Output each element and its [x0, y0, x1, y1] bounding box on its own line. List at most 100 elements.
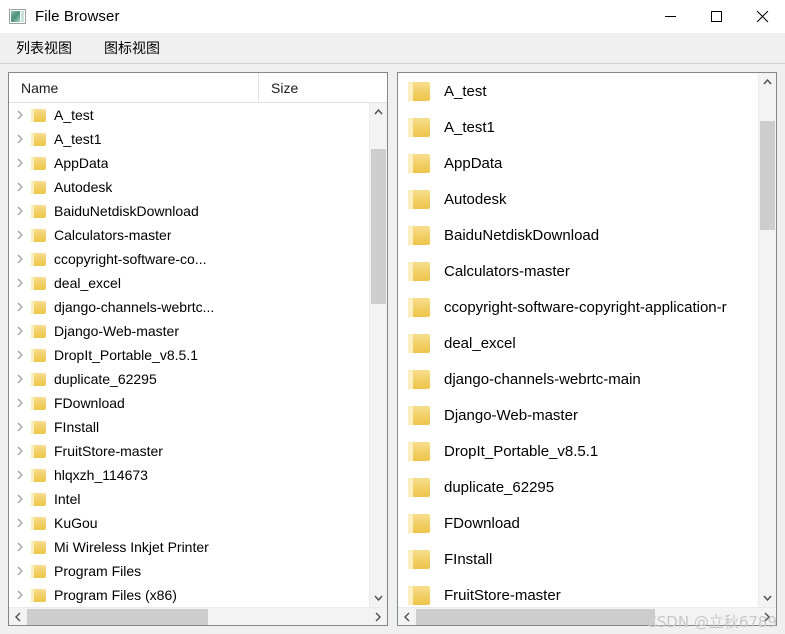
column-header-size[interactable]: Size [259, 73, 387, 103]
close-button[interactable] [739, 0, 785, 33]
expand-chevron-icon[interactable] [9, 374, 31, 384]
scroll-right-button[interactable] [369, 612, 387, 622]
expand-chevron-icon[interactable] [9, 302, 31, 312]
table-row[interactable]: Mi Wireless Inkjet Printer [9, 535, 369, 559]
list-item[interactable]: Django-Web-master [398, 397, 758, 433]
scroll-thumb[interactable] [760, 120, 775, 231]
list-view-horizontal-scrollbar[interactable] [9, 607, 387, 625]
expand-chevron-icon[interactable] [9, 110, 31, 120]
scroll-down-button[interactable] [370, 589, 387, 607]
expand-chevron-icon[interactable] [9, 518, 31, 528]
table-row[interactable]: deal_excel [9, 271, 369, 295]
folder-icon [408, 189, 430, 209]
chevron-right-icon [764, 612, 770, 621]
table-row[interactable]: Program Files (x86) [9, 583, 369, 607]
table-row[interactable]: AppData [9, 151, 369, 175]
table-row[interactable]: A_test1 [9, 127, 369, 151]
folder-icon [31, 372, 46, 386]
icon-view-vertical-scrollbar[interactable] [758, 73, 776, 607]
expand-chevron-icon[interactable] [9, 182, 31, 192]
folder-icon [31, 564, 46, 578]
table-row[interactable]: duplicate_62295 [9, 367, 369, 391]
scroll-thumb[interactable] [371, 149, 386, 304]
list-item[interactable]: A_test [398, 73, 758, 109]
folder-icon [408, 477, 430, 497]
expand-chevron-icon[interactable] [9, 398, 31, 408]
minimize-button[interactable] [647, 0, 693, 33]
list-item[interactable]: deal_excel [398, 325, 758, 361]
scroll-thumb[interactable] [27, 608, 209, 625]
folder-icon [31, 492, 46, 506]
expand-chevron-icon[interactable] [9, 446, 31, 456]
maximize-icon [710, 11, 722, 22]
table-row[interactable]: KuGou [9, 511, 369, 535]
expand-chevron-icon[interactable] [9, 470, 31, 480]
expand-chevron-icon[interactable] [9, 278, 31, 288]
list-item[interactable]: duplicate_62295 [398, 469, 758, 505]
scroll-track[interactable] [759, 91, 776, 589]
file-name-label: FruitStore-master [444, 586, 561, 604]
file-name-label: django-channels-webrtc-main [444, 370, 641, 388]
list-item[interactable]: FDownload [398, 505, 758, 541]
expand-chevron-icon[interactable] [9, 254, 31, 264]
file-name-label: Django-Web-master [54, 323, 180, 339]
table-row[interactable]: FInstall [9, 415, 369, 439]
scroll-left-button[interactable] [9, 612, 27, 622]
table-row[interactable]: FDownload [9, 391, 369, 415]
list-item[interactable]: DropIt_Portable_v8.5.1 [398, 433, 758, 469]
scroll-up-button[interactable] [759, 73, 776, 91]
list-item[interactable]: FInstall [398, 541, 758, 577]
list-item[interactable]: django-channels-webrtc-main [398, 361, 758, 397]
expand-chevron-icon[interactable] [9, 326, 31, 336]
table-row[interactable]: FruitStore-master [9, 439, 369, 463]
scroll-track[interactable] [370, 121, 387, 589]
file-name-label: Autodesk [54, 179, 113, 195]
table-row[interactable]: django-channels-webrtc... [9, 295, 369, 319]
table-row[interactable]: Calculators-master [9, 223, 369, 247]
folder-icon [31, 444, 46, 458]
scroll-right-button[interactable] [758, 612, 776, 622]
table-row[interactable]: hlqxzh_114673 [9, 463, 369, 487]
expand-chevron-icon[interactable] [9, 158, 31, 168]
file-name-label: deal_excel [54, 275, 121, 291]
list-item[interactable]: BaiduNetdiskDownload [398, 217, 758, 253]
expand-chevron-icon[interactable] [9, 422, 31, 432]
list-item[interactable]: Autodesk [398, 181, 758, 217]
icon-view-body: A_test A_test1 AppData Autodesk BaiduNetdisk… [398, 73, 776, 607]
scroll-down-button[interactable] [759, 589, 776, 607]
scroll-up-button[interactable] [370, 103, 387, 121]
table-row[interactable]: Autodesk [9, 175, 369, 199]
maximize-button[interactable] [693, 0, 739, 33]
list-view-vertical-scrollbar[interactable] [369, 103, 387, 607]
table-row[interactable]: Django-Web-master [9, 319, 369, 343]
scroll-thumb[interactable] [416, 608, 656, 625]
list-item[interactable]: AppData [398, 145, 758, 181]
list-item[interactable]: Calculators-master [398, 253, 758, 289]
file-name-label: FInstall [54, 419, 100, 435]
expand-chevron-icon[interactable] [9, 566, 31, 576]
expand-chevron-icon[interactable] [9, 206, 31, 216]
file-name-label: DropIt_Portable_v8.5.1 [54, 347, 198, 363]
table-row[interactable]: DropIt_Portable_v8.5.1 [9, 343, 369, 367]
table-row[interactable]: BaiduNetdiskDownload [9, 199, 369, 223]
list-item[interactable]: ccopyright-software-copyright-applicatio… [398, 289, 758, 325]
tab-list-view[interactable]: 列表视图 [6, 33, 82, 63]
column-header-name[interactable]: Name [9, 73, 259, 103]
list-item[interactable]: A_test1 [398, 109, 758, 145]
table-row[interactable]: Program Files [9, 559, 369, 583]
scroll-track[interactable] [27, 608, 369, 626]
expand-chevron-icon[interactable] [9, 590, 31, 600]
expand-chevron-icon[interactable] [9, 350, 31, 360]
expand-chevron-icon[interactable] [9, 494, 31, 504]
expand-chevron-icon[interactable] [9, 230, 31, 240]
table-row[interactable]: ccopyright-software-co... [9, 247, 369, 271]
table-row[interactable]: A_test [9, 103, 369, 127]
list-item[interactable]: FruitStore-master [398, 577, 758, 607]
table-row[interactable]: Intel [9, 487, 369, 511]
scroll-track[interactable] [416, 608, 758, 626]
expand-chevron-icon[interactable] [9, 542, 31, 552]
tab-icon-view[interactable]: 图标视图 [94, 33, 170, 63]
expand-chevron-icon[interactable] [9, 134, 31, 144]
scroll-left-button[interactable] [398, 612, 416, 622]
icon-view-horizontal-scrollbar[interactable] [398, 607, 776, 625]
